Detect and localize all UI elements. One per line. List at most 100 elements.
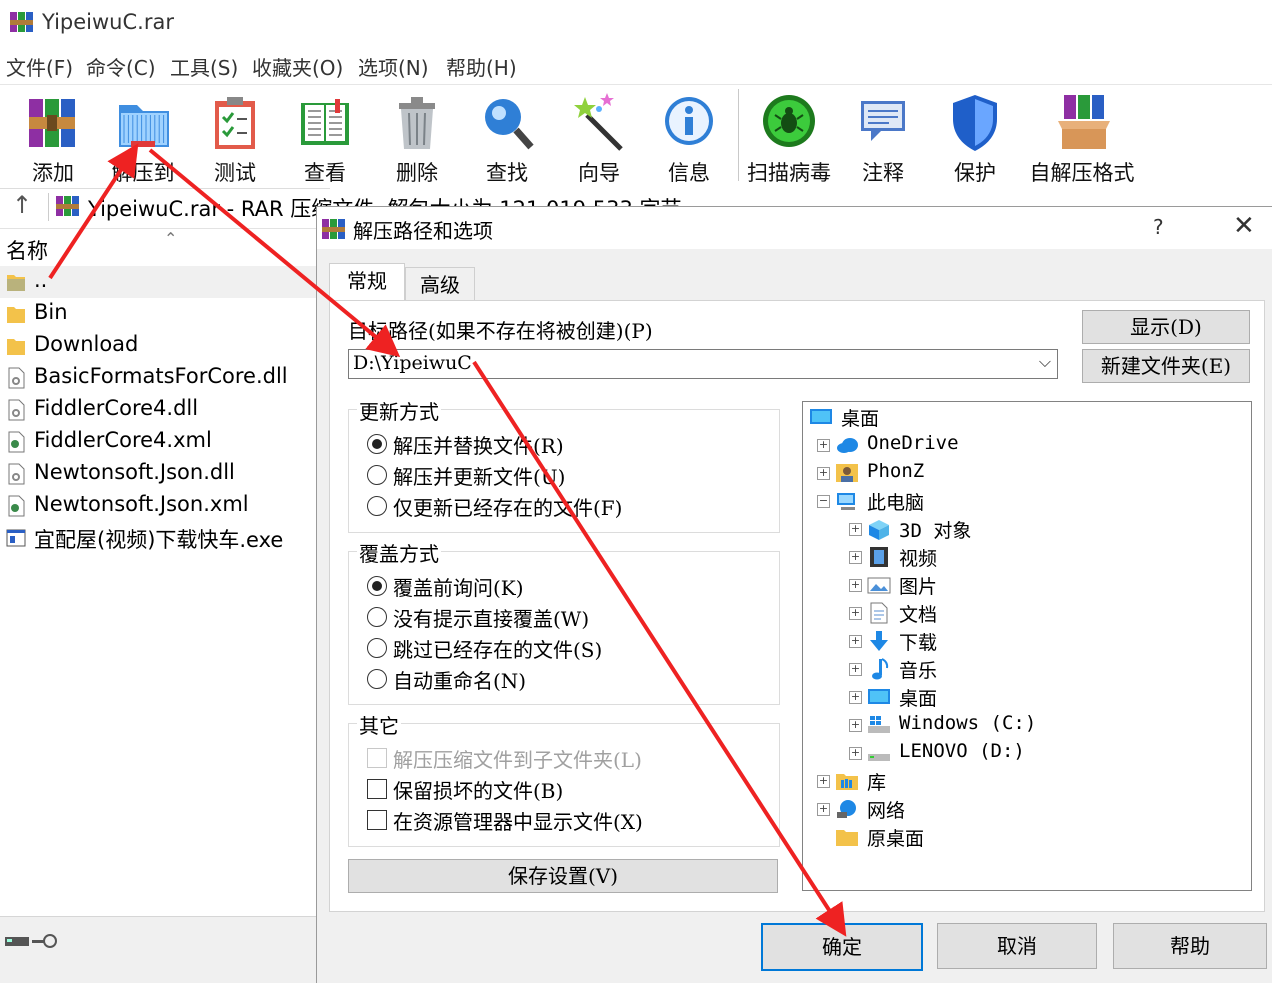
tree-expander-icon[interactable]: +	[849, 747, 862, 760]
tree-node-label: PhonZ	[867, 460, 925, 482]
toolbar-label: 自解压格式	[1029, 161, 1135, 185]
tab-panel-general: 目标路径(如果不存在将被创建)(P) D:\YipeiwuC ⌵ 显示(D) 新…	[329, 300, 1265, 912]
list-item[interactable]: BasicFormatsForCore.dll	[0, 362, 316, 394]
film-icon	[870, 547, 888, 567]
magic-wand-icon	[574, 93, 623, 151]
up-arrow-icon[interactable]: ↑	[12, 191, 32, 219]
comment-icon	[861, 101, 905, 141]
list-item[interactable]: Newtonsoft.Json.dll	[0, 458, 316, 490]
tree-expander-icon[interactable]: +	[817, 775, 830, 788]
sfx-button[interactable]: 自解压格式	[1030, 89, 1135, 185]
tree-expander-icon[interactable]: +	[849, 691, 862, 704]
info-button[interactable]: 信息	[646, 89, 732, 185]
overwrite-mode-group: 覆盖方式 覆盖前询问(K) 没有提示直接覆盖(W) 跳过已经存在的文件(S) 自动重命…	[348, 538, 780, 705]
menu-item-5[interactable]: 帮助(H)	[446, 52, 517, 81]
view-button[interactable]: 查看	[282, 89, 368, 185]
tree-expander-icon[interactable]: +	[849, 579, 862, 592]
tab-general[interactable]: 常规	[329, 263, 405, 302]
update-mode-title: 更新方式	[357, 396, 441, 425]
drive-icon	[868, 754, 890, 761]
chevron-down-icon[interactable]: ⌵	[1039, 352, 1051, 372]
comment-button[interactable]: 注释	[840, 89, 926, 185]
tree-expander-icon[interactable]: +	[849, 663, 862, 676]
help-question-icon[interactable]: ?	[1153, 215, 1164, 239]
tree-node-label: LENOVO (D:)	[899, 740, 1025, 762]
parent-folder-icon	[7, 275, 25, 291]
misc-title: 其它	[357, 710, 401, 739]
delete-button[interactable]: 删除	[374, 89, 460, 185]
tree-expander-icon[interactable]: +	[849, 607, 862, 620]
list-item[interactable]: FiddlerCore4.xml	[0, 426, 316, 458]
toolbar: 添加 解压到 测试 查看 删除 查找 向导 信息 扫描病毒 注释 保护 自解压格式	[0, 84, 1272, 189]
windows-drive-icon	[868, 716, 890, 733]
tree-expander-icon[interactable]: +	[849, 719, 862, 732]
new-folder-button[interactable]: 新建文件夹(E)	[1082, 349, 1250, 383]
column-name-label: 名称	[6, 239, 48, 263]
radio-icon	[367, 496, 387, 516]
file-name: ..	[34, 268, 48, 292]
protect-button[interactable]: 保护	[932, 89, 1018, 185]
list-item[interactable]: 宜配屋(视频)下载快车.exe	[0, 522, 316, 554]
picture-icon	[867, 577, 891, 594]
dialog-title-bar: 解压路径和选项 ? ✕	[317, 207, 1272, 249]
toolbar-label: 测试	[214, 161, 256, 185]
menu-item-3[interactable]: 收藏夹(O)	[252, 52, 343, 81]
list-item[interactable]: Newtonsoft.Json.xml	[0, 490, 316, 522]
dest-path-input[interactable]: D:\YipeiwuC ⌵	[348, 349, 1058, 379]
update-mode-group: 更新方式 解压并替换文件(R) 解压并更新文件(U) 仅更新已经存在的文件(F)	[348, 396, 780, 533]
scan-button[interactable]: 扫描病毒	[746, 89, 832, 185]
toolbar-label: 信息	[668, 161, 710, 185]
extract-button[interactable]: 解压到	[100, 89, 186, 185]
option-label: 解压并更新文件(U)	[393, 465, 566, 489]
winrar-app-icon	[10, 12, 33, 32]
tree-node-label: 视频	[899, 548, 938, 570]
desktop-icon	[868, 689, 890, 704]
list-item[interactable]: FiddlerCore4.dll	[0, 394, 316, 426]
radio-icon	[367, 638, 387, 658]
wizard-button[interactable]: 向导	[556, 89, 642, 185]
tree-node-label: 3D 对象	[899, 520, 972, 542]
help-button[interactable]: 帮助	[1113, 923, 1267, 969]
extract-dialog: 解压路径和选项 ? ✕ 常规 高级 目标路径(如果不存在将被创建)(P) D:\…	[316, 206, 1272, 983]
tree-expander-icon[interactable]: −	[817, 495, 830, 508]
tree-node-label: 桌面	[899, 688, 938, 710]
ok-button[interactable]: 确定	[761, 923, 923, 971]
toolbar-label: 注释	[862, 161, 904, 185]
list-item[interactable]: Bin	[0, 298, 316, 330]
list-item[interactable]: Download	[0, 330, 316, 362]
find-button[interactable]: 查找	[464, 89, 550, 185]
info-icon	[665, 97, 713, 145]
menu-item-0[interactable]: 文件(F)	[6, 52, 73, 81]
toolbar-label: 解压到	[111, 161, 175, 185]
tree-expander-icon[interactable]: +	[817, 467, 830, 480]
title-bar: YipeiwuC.rar	[0, 0, 1272, 46]
folder-tree[interactable]: 桌面 + OneDrive + PhonZ − 此电脑 +3D 对象 + 视频 + 图片 + 文档 + 下载 +…	[802, 401, 1252, 891]
show-button[interactable]: 显示(D)	[1082, 310, 1250, 344]
tree-expander-icon[interactable]: +	[817, 803, 830, 816]
tree-expander-icon[interactable]: +	[817, 439, 830, 452]
menu-item-2[interactable]: 工具(S)	[170, 52, 238, 81]
list-item[interactable]: ..	[0, 266, 316, 298]
close-icon[interactable]: ✕	[1233, 211, 1255, 241]
dest-path-label: 目标路径(如果不存在将被创建)(P)	[348, 319, 653, 343]
dest-path-value: D:\YipeiwuC	[353, 352, 472, 374]
save-settings-button[interactable]: 保存设置(V)	[348, 859, 778, 893]
tree-node-label: 原桌面	[867, 828, 925, 850]
option-label: 跳过已经存在的文件(S)	[393, 638, 603, 662]
file-name: Newtonsoft.Json.dll	[34, 460, 235, 484]
tab-advanced[interactable]: 高级	[405, 267, 475, 302]
test-button[interactable]: 测试	[192, 89, 278, 185]
tree-expander-icon[interactable]: +	[849, 551, 862, 564]
tree-expander-icon[interactable]: +	[849, 635, 862, 648]
magnifier-icon	[485, 99, 534, 150]
toolbar-label: 保护	[954, 161, 996, 185]
tree-expander-icon[interactable]: +	[849, 523, 862, 536]
cancel-button[interactable]: 取消	[937, 923, 1097, 969]
menu-item-4[interactable]: 选项(N)	[358, 52, 429, 81]
tree-node-label: 文档	[899, 604, 938, 626]
radio-dot-icon	[372, 439, 382, 449]
column-header[interactable]: 名称 ⌃	[0, 228, 316, 265]
menu-item-1[interactable]: 命令(C)	[86, 52, 156, 81]
add-button[interactable]: 添加	[10, 89, 96, 185]
checkbox-icon	[367, 810, 387, 830]
